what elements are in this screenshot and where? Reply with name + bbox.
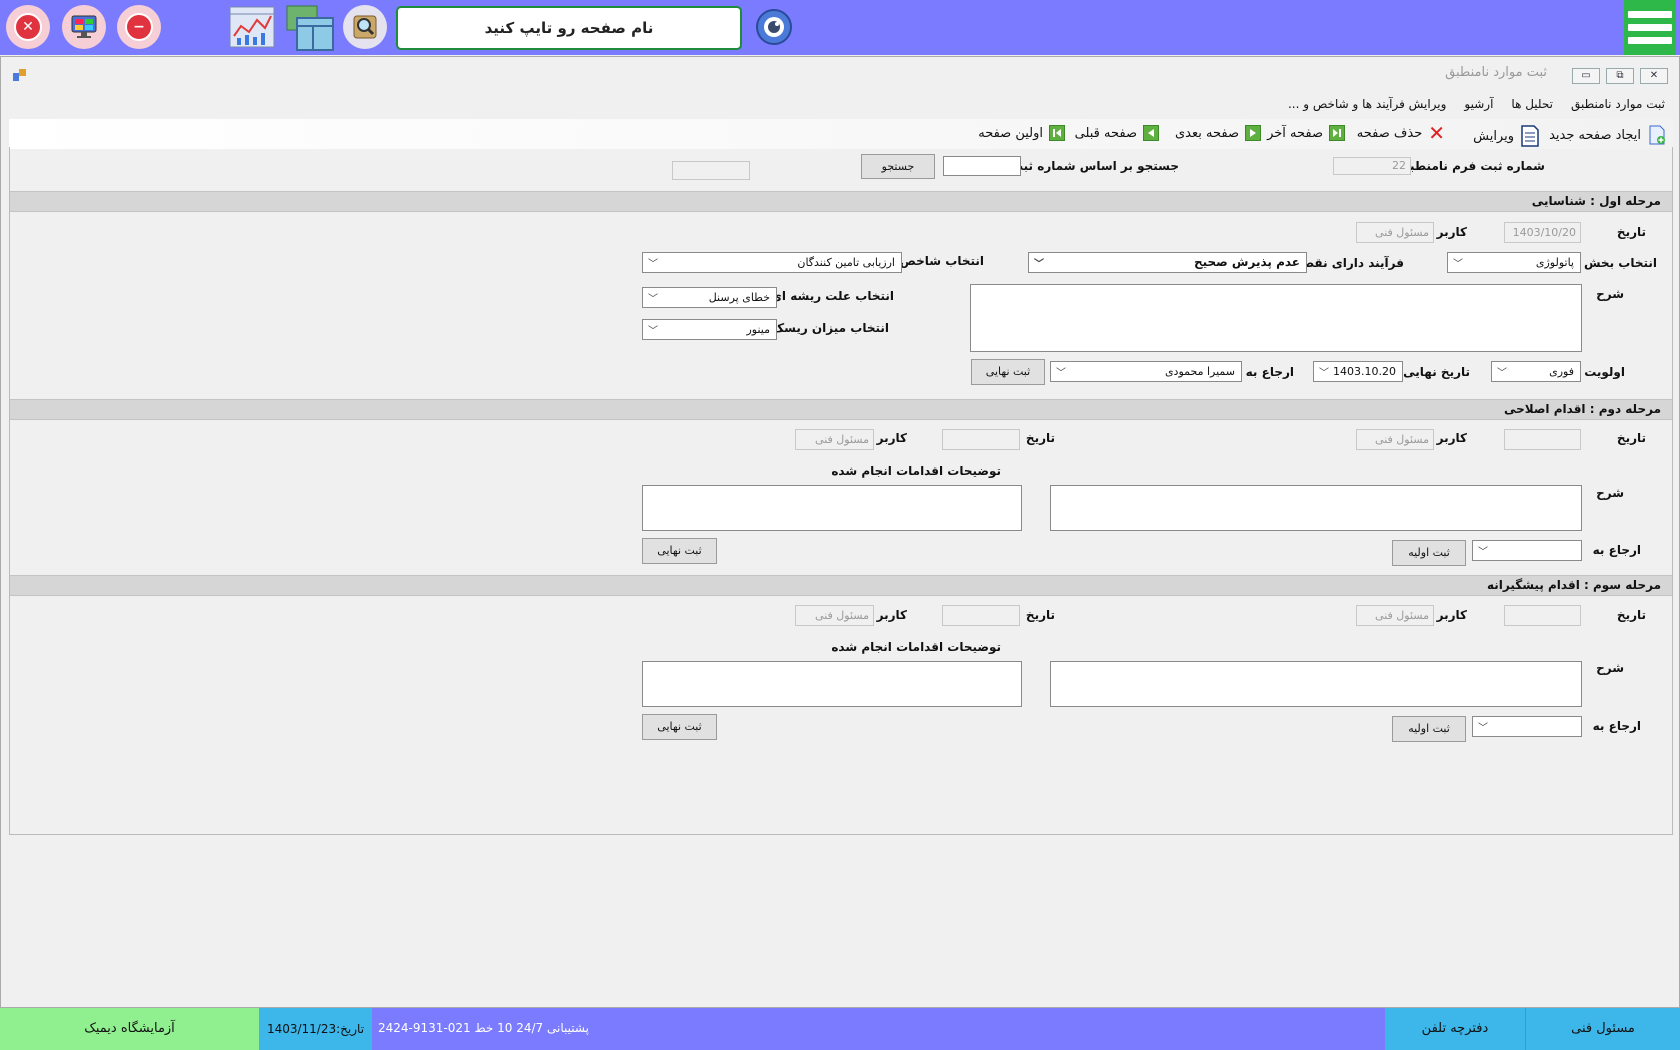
new-page-button[interactable]: ایجاد صفحه جدید bbox=[1549, 125, 1667, 145]
support-info: پشتیبانی 24/7 10 خط 021-9131-2424 bbox=[378, 1021, 589, 1035]
tab-bar: ثبت موارد نامنطبق تحلیل ها آرشیو ... ویر… bbox=[1286, 97, 1667, 111]
edit-button[interactable]: ویرایش bbox=[1473, 125, 1540, 147]
close-icon: ✕ bbox=[14, 13, 42, 41]
hamburger-menu-button[interactable] bbox=[1624, 0, 1676, 55]
tab-analysis[interactable]: تحلیل ها bbox=[1509, 97, 1555, 111]
monitor-icon bbox=[71, 15, 97, 38]
delete-icon: ✕ bbox=[1428, 121, 1445, 145]
window-close-button[interactable]: ✕ bbox=[1640, 68, 1668, 84]
windows-button[interactable] bbox=[285, 4, 335, 52]
window-title: ثبت موارد نامنطبق bbox=[1445, 65, 1547, 80]
close-app-button[interactable]: ✕ bbox=[6, 5, 50, 49]
hamburger-menu-icon bbox=[1628, 11, 1672, 18]
windows-icon bbox=[286, 5, 334, 51]
first-page-icon bbox=[1049, 125, 1065, 141]
minimize-app-button[interactable]: − bbox=[117, 5, 161, 49]
last-page-icon bbox=[1329, 125, 1345, 141]
chart-button[interactable] bbox=[229, 6, 275, 48]
search-page-button[interactable] bbox=[343, 5, 387, 49]
monitor-button[interactable] bbox=[62, 5, 106, 49]
first-page-button[interactable]: اولین صفحه bbox=[978, 125, 1065, 141]
prev-page-icon bbox=[1143, 125, 1159, 141]
user-role: مسئول فنی bbox=[1525, 1008, 1680, 1050]
eye-button[interactable] bbox=[752, 5, 796, 49]
top-bar: ✕ − نام صفحه رو تایپ کنید bbox=[0, 0, 1680, 55]
search-icon bbox=[353, 15, 377, 39]
eye-icon bbox=[756, 9, 792, 45]
nonconformity-window: ثبت موارد نامنطبق ▭ ⧉ ✕ ثبت موارد نامنطب… bbox=[0, 56, 1680, 1008]
chart-icon bbox=[229, 6, 275, 48]
window-maximize-button[interactable]: ⧉ bbox=[1606, 68, 1634, 84]
last-page-button[interactable]: صفحه آخر bbox=[1267, 125, 1345, 141]
minus-icon: − bbox=[125, 13, 153, 41]
status-bar: آزمایشگاه دیمیک تاریخ:1403/11/23 پشتیبان… bbox=[0, 1008, 1680, 1050]
page-search-input[interactable]: نام صفحه رو تایپ کنید bbox=[396, 6, 742, 50]
toolbar: ایجاد صفحه جدید ویرایش ✕ حذف صفحه صفحه آ… bbox=[9, 119, 1673, 149]
tab-archive[interactable]: آرشیو bbox=[1462, 97, 1495, 111]
lab-name: آزمایشگاه دیمیک bbox=[0, 1008, 259, 1050]
edit-document-icon bbox=[1521, 125, 1539, 147]
delete-page-button[interactable]: ✕ حذف صفحه bbox=[1357, 121, 1445, 145]
window-minimize-button[interactable]: ▭ bbox=[1572, 68, 1600, 84]
status-date: تاریخ:1403/11/23 bbox=[259, 1008, 372, 1050]
tab-edit-processes[interactable]: ... ویرایش فرآیند ها و شاخص و bbox=[1286, 97, 1448, 111]
next-page-button[interactable]: صفحه بعدی bbox=[1175, 125, 1261, 141]
prev-page-button[interactable]: صفحه قبلی bbox=[1075, 125, 1159, 141]
next-page-icon bbox=[1245, 125, 1261, 141]
app-icon bbox=[13, 69, 26, 81]
new-page-icon bbox=[1649, 125, 1665, 145]
form-panel-border bbox=[9, 147, 1673, 835]
tab-nonconformity[interactable]: ثبت موارد نامنطبق bbox=[1569, 97, 1667, 111]
phone-book-button[interactable]: دفترچه تلفن bbox=[1385, 1008, 1525, 1050]
